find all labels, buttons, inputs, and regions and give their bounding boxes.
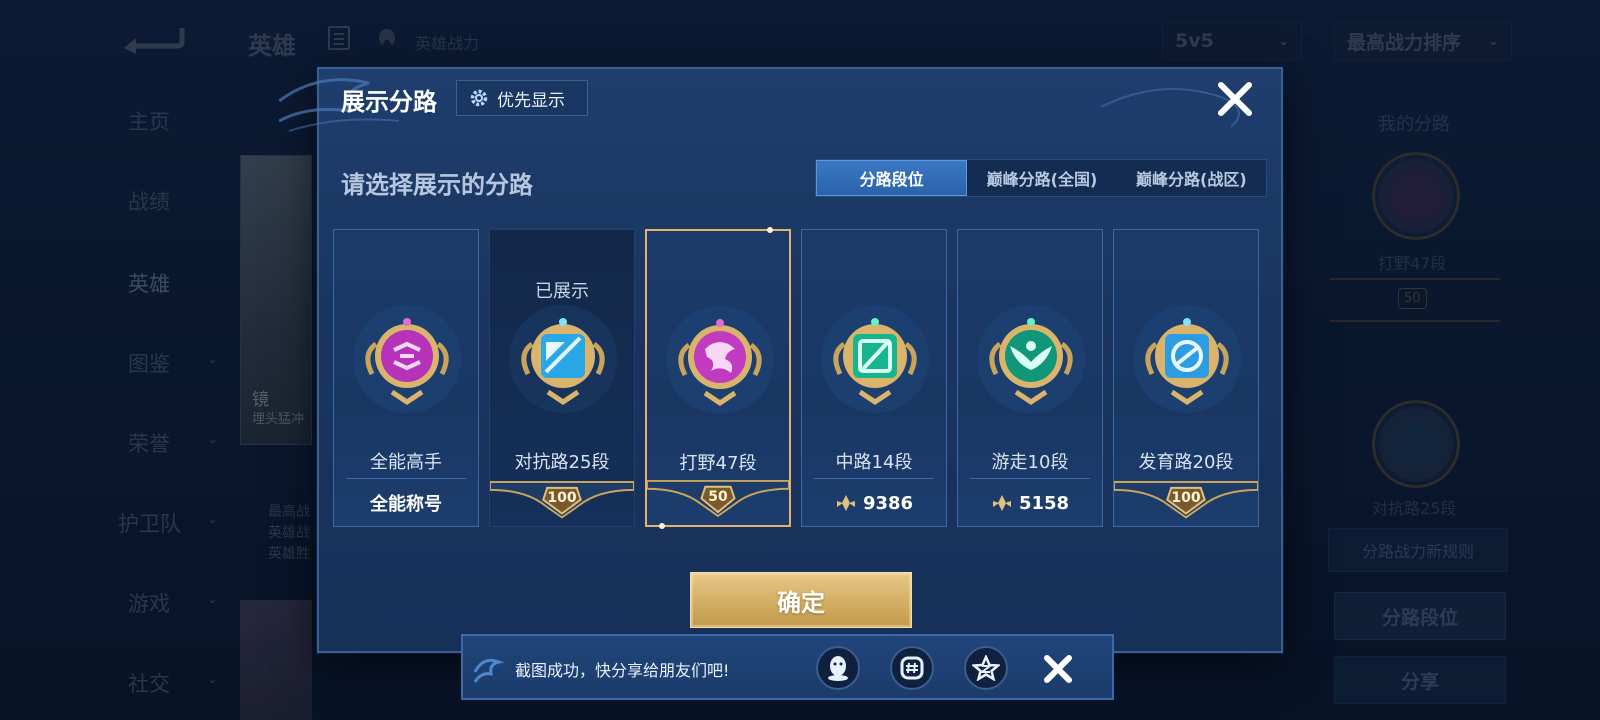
lane-card-list: 全能高手 全能称号 已展示 对抗路25段 100 打野47段 50 中路14段 … [333, 227, 1273, 529]
select-prompt: 请选择展示的分路 [341, 171, 533, 199]
share-moments-button[interactable] [890, 646, 934, 690]
close-icon[interactable] [1038, 649, 1078, 689]
screenshot-share-toast: 截图成功，快分享给朋友们吧! [461, 634, 1114, 700]
card-divider [814, 478, 934, 479]
close-icon[interactable] [1215, 79, 1255, 119]
qq-icon [828, 656, 848, 681]
tab-peak-national[interactable]: 巅峰分路(全国) [967, 160, 1116, 196]
card-divider [970, 478, 1090, 479]
rank-ribbon: 100 [1114, 480, 1258, 520]
share-qq-button[interactable] [816, 646, 860, 690]
dialog-title: 展示分路 [341, 88, 437, 116]
priority-display-button[interactable]: 优先显示 [456, 80, 588, 116]
tab-lane-rank[interactable]: 分路段位 [816, 160, 968, 196]
lane-card-jungle[interactable]: 打野47段 50 [645, 227, 791, 529]
wechat-moments-icon [900, 656, 924, 680]
lane-card-mid[interactable]: 中路14段 9386 [801, 229, 947, 527]
farm-lane-badge-icon [1133, 305, 1241, 413]
share-prompt-text: 截图成功，快分享给朋友们吧! [515, 661, 730, 680]
jungle-badge-icon [666, 306, 774, 414]
rank-ribbon: 100 [490, 480, 634, 520]
lane-card-all-round[interactable]: 全能高手 全能称号 [333, 229, 479, 527]
rank-number: 100 [547, 490, 577, 506]
cloud-swirl-icon [473, 658, 505, 683]
share-qzone-button[interactable] [964, 646, 1008, 690]
rank-number: 100 [1171, 490, 1201, 506]
all-round-title: 全能称号 [370, 494, 442, 515]
qzone-icon [972, 655, 1000, 681]
lane-tabs: 分路段位 巅峰分路(全国) 巅峰分路(战区) [815, 159, 1267, 197]
selection-corner-dot [767, 227, 773, 233]
lane-card-roam[interactable]: 游走10段 5158 [957, 229, 1103, 527]
lane-card-footer: 9386 [802, 480, 946, 526]
power-score-icon [836, 495, 855, 511]
card-divider [346, 478, 466, 479]
gear-icon [470, 89, 488, 107]
lane-card-name: 游走10段 [991, 452, 1069, 473]
confirm-button[interactable]: 确定 [690, 572, 912, 628]
lane-card-footer: 5158 [958, 480, 1102, 526]
priority-display-label: 优先显示 [497, 90, 565, 111]
power-score: 9386 [862, 492, 914, 514]
all-round-badge-icon [353, 305, 461, 413]
power-score-icon [992, 495, 1011, 511]
lane-card-name: 发育路20段 [1138, 452, 1234, 473]
tab-peak-region[interactable]: 巅峰分路(战区) [1117, 160, 1266, 196]
rank-ribbon: 50 [647, 479, 789, 519]
roam-badge-icon [977, 305, 1085, 413]
lane-display-dialog: 展示分路 优先显示 请选择展示的分路 分路段位 巅峰分路(全国) 巅峰分路(战区… [279, 67, 1283, 653]
lane-card-name: 全能高手 [370, 452, 442, 473]
selection-corner-dot [659, 523, 665, 529]
lane-card-farm[interactable]: 发育路20段 100 [1113, 229, 1259, 527]
lane-card-clash[interactable]: 已展示 对抗路25段 100 [489, 229, 635, 527]
lane-card-name: 中路14段 [835, 452, 913, 473]
lane-card-name: 打野47段 [679, 453, 757, 474]
power-score: 5158 [1018, 492, 1070, 514]
clash-lane-badge-icon [509, 305, 617, 413]
lane-card-footer: 全能称号 [334, 480, 478, 526]
lane-card-name: 对抗路25段 [514, 452, 610, 473]
mid-lane-badge-icon [821, 305, 929, 413]
shown-label: 已展示 [535, 281, 589, 302]
rank-number: 50 [708, 489, 728, 505]
